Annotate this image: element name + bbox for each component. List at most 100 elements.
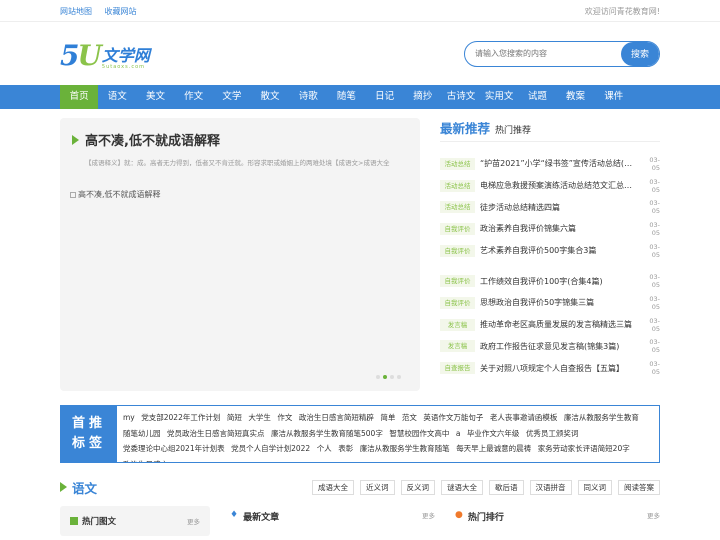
category-tag[interactable]: 自我评价 (440, 222, 475, 235)
tag-link[interactable]: 党支部2022年工作计划 (141, 410, 220, 426)
list-item[interactable]: 活动总结 “护苗2021”小学“绿书签”宣传活动总结(通用... 03-05 (440, 153, 660, 175)
nav-item[interactable]: 美文 (136, 85, 174, 109)
slider-dot[interactable] (376, 375, 380, 379)
list-item[interactable]: 活动总结 徒步活动总结精选四篇 03-05 (440, 196, 660, 218)
tag-link[interactable]: 个人 (317, 441, 332, 457)
category-tag[interactable]: 活动总结 (440, 179, 475, 192)
tag-link[interactable]: 简短 (227, 410, 242, 426)
section-title[interactable]: 语文 (72, 478, 97, 497)
tag-link[interactable]: 党员政治生日感言简短真实点 (167, 426, 265, 442)
category-tag[interactable]: 发言稿 (440, 318, 475, 331)
section-chip[interactable]: 歇后语 (489, 479, 524, 495)
tag-link[interactable]: 范文 (402, 410, 417, 426)
nav-item[interactable]: 散文 (251, 85, 289, 109)
tag-link[interactable]: 简单 (380, 410, 395, 426)
list-item[interactable]: 自我评价 政治素养自我评价锦集六篇 03-05 (440, 218, 660, 240)
nav-item[interactable]: 实用文 (480, 85, 518, 109)
slider-dot-active[interactable] (383, 375, 387, 379)
tag-link[interactable]: 随笔幼儿园 (123, 426, 161, 442)
article-link[interactable]: 推动革命老区高质量发展的发言稿精选三篇 (480, 319, 637, 330)
nav-item[interactable]: 语文 (98, 85, 136, 109)
nav-item[interactable]: 文学 (213, 85, 251, 109)
tag-link[interactable]: a (456, 426, 461, 442)
tag-link[interactable]: 优秀员工颁奖词 (526, 426, 579, 442)
tag-link[interactable]: 每天早上最诚意的晨祷 (456, 441, 531, 457)
list-item[interactable]: 自我评价 思想政治自我评价50字锦集三篇 03-05 (440, 292, 660, 314)
category-tag[interactable]: 发言稿 (440, 340, 475, 353)
section-chip[interactable]: 成语大全 (312, 479, 354, 495)
list-item[interactable]: 自我评价 工作绩效自我评价100字(合集4篇) 03-05 (440, 270, 660, 292)
tag-link[interactable]: 智慧校园作文高中 (389, 426, 449, 442)
hot-ranking-more-link[interactable]: 更多 (647, 510, 660, 520)
featured-image[interactable]: 高不凑,低不就成语解释 (70, 189, 408, 200)
category-tag[interactable]: 自我评价 (440, 244, 475, 257)
tag-link[interactable]: 政治生日感言简短精辟 (299, 410, 374, 426)
top-links: 网站地图 收藏网站 (60, 6, 147, 17)
tag-link[interactable]: 党员个人自学计划2022 (231, 441, 310, 457)
sitemap-link[interactable]: 网站地图 (60, 7, 92, 16)
slider-dot[interactable] (397, 375, 401, 379)
square-bullet-icon (70, 517, 78, 525)
nav-item[interactable]: 试题 (518, 85, 556, 109)
tag-link[interactable]: 大学生 (248, 410, 271, 426)
tag-link[interactable]: 毕业作文六年级 (467, 426, 520, 442)
article-link[interactable]: 工作绩效自我评价100字(合集4篇) (480, 276, 637, 287)
hot-recommend-tab[interactable]: 热门推荐 (495, 123, 531, 136)
article-link[interactable]: 思想政治自我评价50字锦集三篇 (480, 297, 637, 308)
tag-link[interactable]: 廉洁从教服务学生教育随笔 (360, 441, 450, 457)
article-link[interactable]: 电梯应急救援预案演练活动总结范文汇总四篇 (480, 180, 637, 191)
search-button[interactable]: 搜索 (621, 41, 659, 66)
nav-item[interactable]: 诗歌 (289, 85, 327, 109)
featured-article[interactable]: 高不凑,低不就成语解释 【成语释义】就：成。高者无力得到，低者又不肯迁就。形容求… (60, 118, 420, 391)
category-tag[interactable]: 活动总结 (440, 201, 475, 214)
article-link[interactable]: 政府工作报告征求意见发言稿(锦集3篇) (480, 341, 637, 352)
article-date: 03-05 (649, 294, 660, 311)
article-link[interactable]: 政治素养自我评价锦集六篇 (480, 223, 637, 234)
nav-item[interactable]: 作文 (175, 85, 213, 109)
nav-item[interactable]: 课件 (595, 85, 633, 109)
tag-link[interactable]: 家务劳动家长评语简短20字 (538, 441, 630, 457)
tag-link[interactable]: my (123, 410, 135, 426)
nav-item[interactable]: 教案 (556, 85, 594, 109)
tag-link[interactable]: 廉洁从教服务学生教育随笔500字 (271, 426, 383, 442)
category-tag[interactable]: 自我评价 (440, 296, 475, 309)
article-link[interactable]: 艺术素养自我评价500字集合3篇 (480, 245, 637, 256)
featured-title[interactable]: 高不凑,低不就成语解释 (85, 130, 220, 149)
tag-link[interactable]: 廉洁从教服务学生教育 (564, 410, 639, 426)
search-input[interactable] (465, 41, 621, 66)
section-chip[interactable]: 反义词 (400, 479, 435, 495)
article-link[interactable]: 关于对照八项规定个人自查报告【五篇】 (480, 363, 637, 374)
category-tag[interactable]: 自查报告 (440, 362, 475, 375)
article-link[interactable]: 徒步活动总结精选四篇 (480, 202, 637, 213)
list-item[interactable]: 活动总结 电梯应急救援预案演练活动总结范文汇总四篇 03-05 (440, 175, 660, 197)
tag-link[interactable]: 作文 (277, 410, 292, 426)
section-chip[interactable]: 汉语拼音 (529, 479, 572, 495)
tag-link[interactable]: 党委理论中心组2021年计划表 (123, 441, 225, 457)
tag-link[interactable]: 政治生日感言 (123, 457, 168, 463)
nav-item[interactable]: 古诗文 (442, 85, 480, 109)
list-item[interactable]: 自查报告 关于对照八项规定个人自查报告【五篇】 03-05 (440, 357, 660, 379)
category-tag[interactable]: 自我评价 (440, 275, 475, 288)
section-chip[interactable]: 阅读答案 (618, 479, 660, 495)
latest-articles-more-link[interactable]: 更多 (422, 510, 435, 520)
site-logo[interactable]: 5U 文学网 5utaoxs.com (60, 38, 150, 70)
slider-dot[interactable] (390, 375, 394, 379)
nav-item[interactable]: 随笔 (327, 85, 365, 109)
bookmark-link[interactable]: 收藏网站 (105, 7, 137, 16)
tag-link[interactable]: 英语作文万能句子 (423, 410, 483, 426)
list-item[interactable]: 自我评价 艺术素养自我评价500字集合3篇 03-05 (440, 240, 660, 262)
list-item[interactable]: 发言稿 推动革命老区高质量发展的发言稿精选三篇 03-05 (440, 314, 660, 336)
article-link[interactable]: “护苗2021”小学“绿书签”宣传活动总结(通用... (480, 158, 637, 169)
article-date: 03-05 (649, 220, 660, 237)
list-item[interactable]: 发言稿 政府工作报告征求意见发言稿(锦集3篇) 03-05 (440, 336, 660, 358)
category-tag[interactable]: 活动总结 (440, 157, 475, 170)
nav-item[interactable]: 摘抄 (404, 85, 442, 109)
tag-link[interactable]: 老人丧事邀请函模板 (490, 410, 558, 426)
section-chip[interactable]: 谜语大全 (441, 479, 483, 495)
section-chip[interactable]: 近义词 (360, 479, 395, 495)
nav-item[interactable]: 日记 (366, 85, 404, 109)
tag-link[interactable]: 表彰 (338, 441, 353, 457)
hot-images-more-link[interactable]: 更多 (187, 516, 200, 526)
section-chip[interactable]: 同义词 (577, 479, 612, 495)
nav-item[interactable]: 首页 (60, 85, 99, 109)
